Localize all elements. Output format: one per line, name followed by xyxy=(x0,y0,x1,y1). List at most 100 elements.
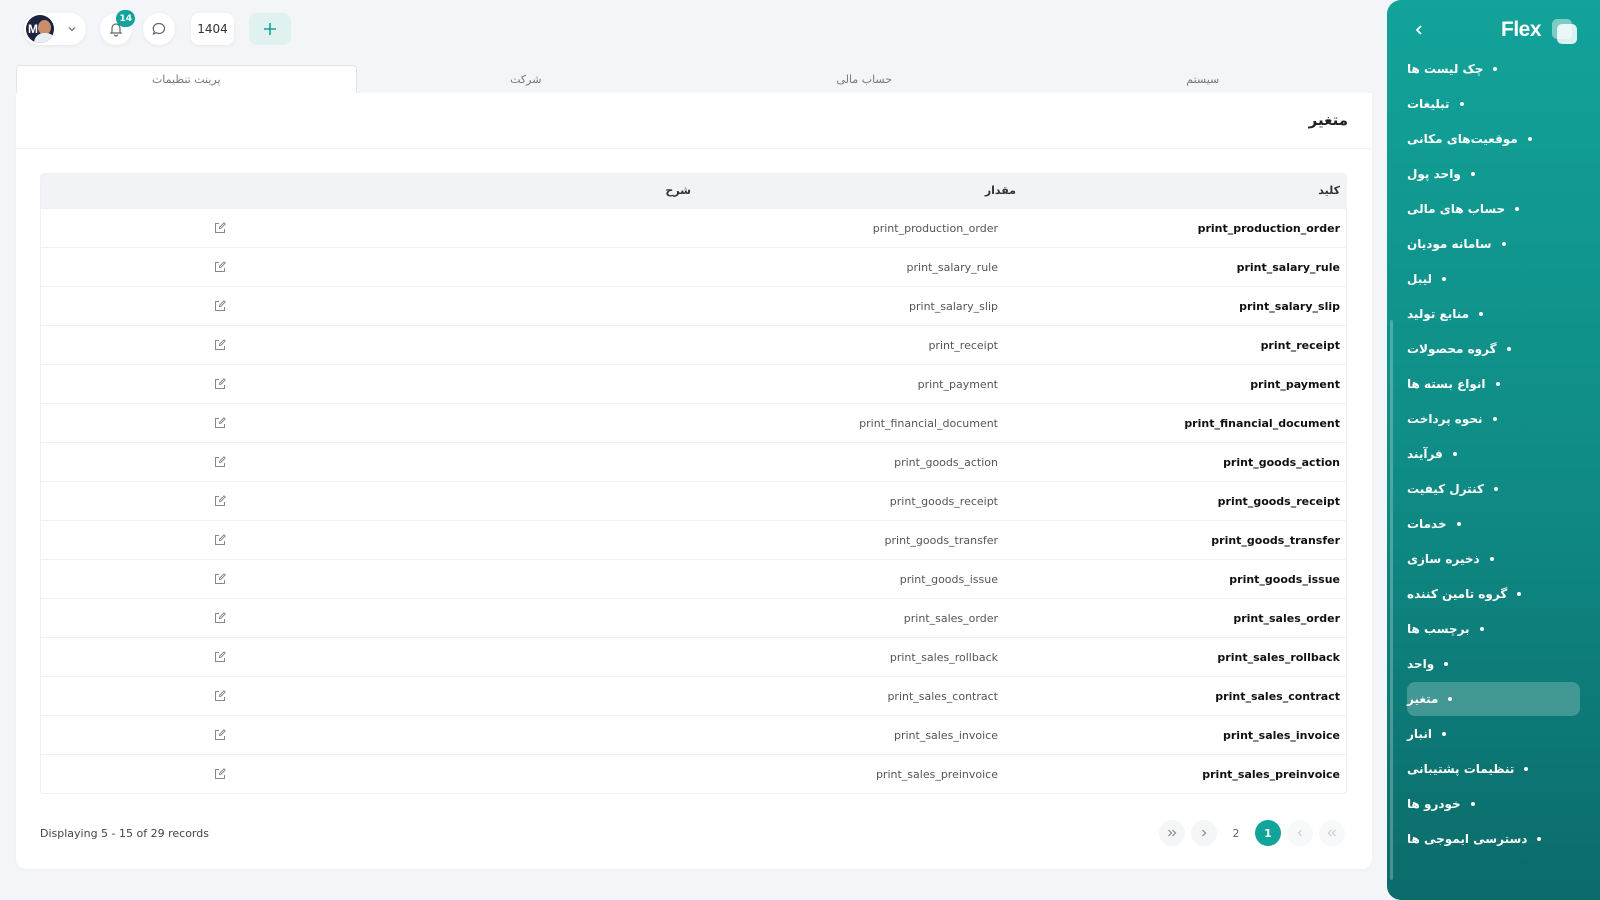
sidebar-header: Flex xyxy=(1387,14,1600,48)
sidebar-item-label: تنظیمات پشتیبانی xyxy=(1407,762,1515,776)
cell-key: print_goods_receipt xyxy=(1217,495,1340,508)
sidebar-item[interactable]: منابع تولید xyxy=(1407,297,1580,331)
sidebar-item[interactable]: خدمات xyxy=(1407,507,1580,541)
edit-icon[interactable] xyxy=(213,767,227,781)
edit-icon[interactable] xyxy=(213,416,227,430)
fiscal-year-selector[interactable]: 1404 xyxy=(191,13,234,45)
sidebar-item[interactable]: انبار xyxy=(1407,717,1580,751)
page-button-1[interactable]: 1 xyxy=(1255,820,1281,846)
sidebar-item[interactable]: موقعیت‌های مکانی xyxy=(1407,122,1580,156)
bullet-icon xyxy=(1527,137,1532,141)
edit-icon[interactable] xyxy=(213,494,227,508)
bullet-icon xyxy=(1441,732,1446,736)
sidebar-item-label: واحد پول xyxy=(1407,167,1461,181)
sidebar-item[interactable]: گروه محصولات xyxy=(1407,332,1580,366)
cell-key: print_salary_slip xyxy=(1239,300,1340,313)
cell-key: print_receipt xyxy=(1260,339,1340,352)
cell-key: print_financial_document xyxy=(1184,417,1340,430)
notifications-button[interactable]: 14 xyxy=(100,10,135,45)
edit-icon[interactable] xyxy=(213,533,227,547)
sidebar-item-label: نحوه پرداخت xyxy=(1407,412,1483,426)
sidebar-item[interactable]: فرآیند xyxy=(1407,437,1580,471)
sidebar-item[interactable]: چک لیست ها xyxy=(1407,52,1580,86)
previous-page-button[interactable] xyxy=(1287,820,1313,846)
sidebar-item-label: چک لیست ها xyxy=(1407,62,1484,76)
edit-icon[interactable] xyxy=(213,455,227,469)
bullet-icon xyxy=(1524,767,1529,771)
pagination: 2 1 xyxy=(1159,820,1345,846)
sidebar-item[interactable]: تنظیمات پشتیبانی xyxy=(1407,752,1580,786)
collapse-sidebar-button[interactable] xyxy=(1409,20,1429,40)
chevron-left-icon xyxy=(1297,829,1302,837)
sidebar-item[interactable]: خودرو ها xyxy=(1407,787,1580,821)
sidebar-item[interactable]: تبلیغات xyxy=(1407,87,1580,121)
cell-key: print_goods_action xyxy=(1223,456,1340,469)
tab-print-settings[interactable]: پرینت تنظیمات xyxy=(16,65,357,93)
sidebar-item[interactable]: لیبل xyxy=(1407,262,1580,296)
brand-name: Flex xyxy=(1501,18,1542,41)
edit-icon[interactable] xyxy=(213,572,227,586)
sidebar-item-label: واحد xyxy=(1407,657,1435,671)
table-row: print_goods_transfer print_goods_transfer xyxy=(41,520,1346,559)
sidebar-item[interactable]: انواع بسته ها xyxy=(1407,367,1580,401)
sidebar-item-label: منابع تولید xyxy=(1407,307,1470,321)
sidebar-item[interactable]: متغیر xyxy=(1407,682,1580,716)
table-header: کلید مقدار شرح xyxy=(41,174,1346,208)
table-row: print_production_order print_production_o… xyxy=(41,208,1346,247)
sidebar-item-label: فرآیند xyxy=(1407,447,1443,461)
bullet-icon xyxy=(1501,242,1506,246)
page-button-2[interactable]: 2 xyxy=(1223,820,1249,846)
tab-company[interactable]: شرکت xyxy=(357,65,696,93)
bullet-icon xyxy=(1495,382,1500,386)
sidebar-item[interactable]: برچسب ها xyxy=(1407,612,1580,646)
cell-key: print_sales_invoice xyxy=(1223,729,1340,742)
cell-value: print_sales_order xyxy=(903,612,998,625)
edit-icon[interactable] xyxy=(213,221,227,235)
edit-icon[interactable] xyxy=(213,299,227,313)
sidebar-item[interactable]: گروه تامین کننده xyxy=(1407,577,1580,611)
edit-icon[interactable] xyxy=(213,728,227,742)
sidebar-item[interactable]: کنترل کیفیت xyxy=(1407,472,1580,506)
edit-icon[interactable] xyxy=(213,611,227,625)
cell-value: print_sales_preinvoice xyxy=(875,768,998,781)
sidebar-item[interactable]: واحد xyxy=(1407,647,1580,681)
chevron-right-icon xyxy=(1202,829,1207,837)
sidebar-item[interactable]: ذخیره سازی xyxy=(1407,542,1580,576)
next-page-button[interactable] xyxy=(1191,820,1217,846)
edit-icon[interactable] xyxy=(213,338,227,352)
sidebar-item[interactable]: حساب های مالی xyxy=(1407,192,1580,226)
sidebar-item[interactable]: سامانه مودیان xyxy=(1407,227,1580,261)
edit-icon[interactable] xyxy=(213,650,227,664)
sidebar-item[interactable]: واحد پول xyxy=(1407,157,1580,191)
column-header-value: مقدار xyxy=(984,184,1016,197)
sidebar-item-label: انبار xyxy=(1407,727,1432,741)
bullet-icon xyxy=(1470,172,1475,176)
cell-value: print_salary_rule xyxy=(906,261,998,274)
edit-icon[interactable] xyxy=(213,260,227,274)
cell-key: print_salary_rule xyxy=(1236,261,1340,274)
cell-value: print_goods_issue xyxy=(899,573,998,586)
tab-financial-account[interactable]: حساب مالی xyxy=(695,65,1034,93)
notification-count-badge: 14 xyxy=(116,10,135,27)
bullet-icon xyxy=(1470,802,1475,806)
user-menu[interactable]: M xyxy=(24,13,86,45)
chat-button[interactable] xyxy=(143,13,175,45)
sidebar-item-label: متغیر xyxy=(1407,692,1439,706)
first-page-button[interactable] xyxy=(1319,820,1345,846)
sidebar-item-label: ذخیره سازی xyxy=(1407,552,1480,566)
edit-icon[interactable] xyxy=(213,377,227,391)
sidebar-item[interactable]: نحوه پرداخت xyxy=(1407,402,1580,436)
sidebar-item[interactable]: دسترسی ایموجی ها xyxy=(1407,822,1580,856)
top-bar: M 14 1404 xyxy=(0,0,1387,58)
bullet-icon xyxy=(1493,487,1498,491)
double-chevron-left-icon xyxy=(1327,829,1336,837)
edit-icon[interactable] xyxy=(213,689,227,703)
tab-system[interactable]: سیستم xyxy=(1034,65,1373,93)
cell-key: print_sales_contract xyxy=(1215,690,1340,703)
add-button[interactable] xyxy=(249,13,291,45)
last-page-button[interactable] xyxy=(1159,820,1185,846)
double-chevron-right-icon xyxy=(1168,829,1177,837)
sidebar-item-label: برچسب ها xyxy=(1407,622,1470,636)
bullet-icon xyxy=(1515,207,1520,211)
bullet-icon xyxy=(1492,417,1497,421)
